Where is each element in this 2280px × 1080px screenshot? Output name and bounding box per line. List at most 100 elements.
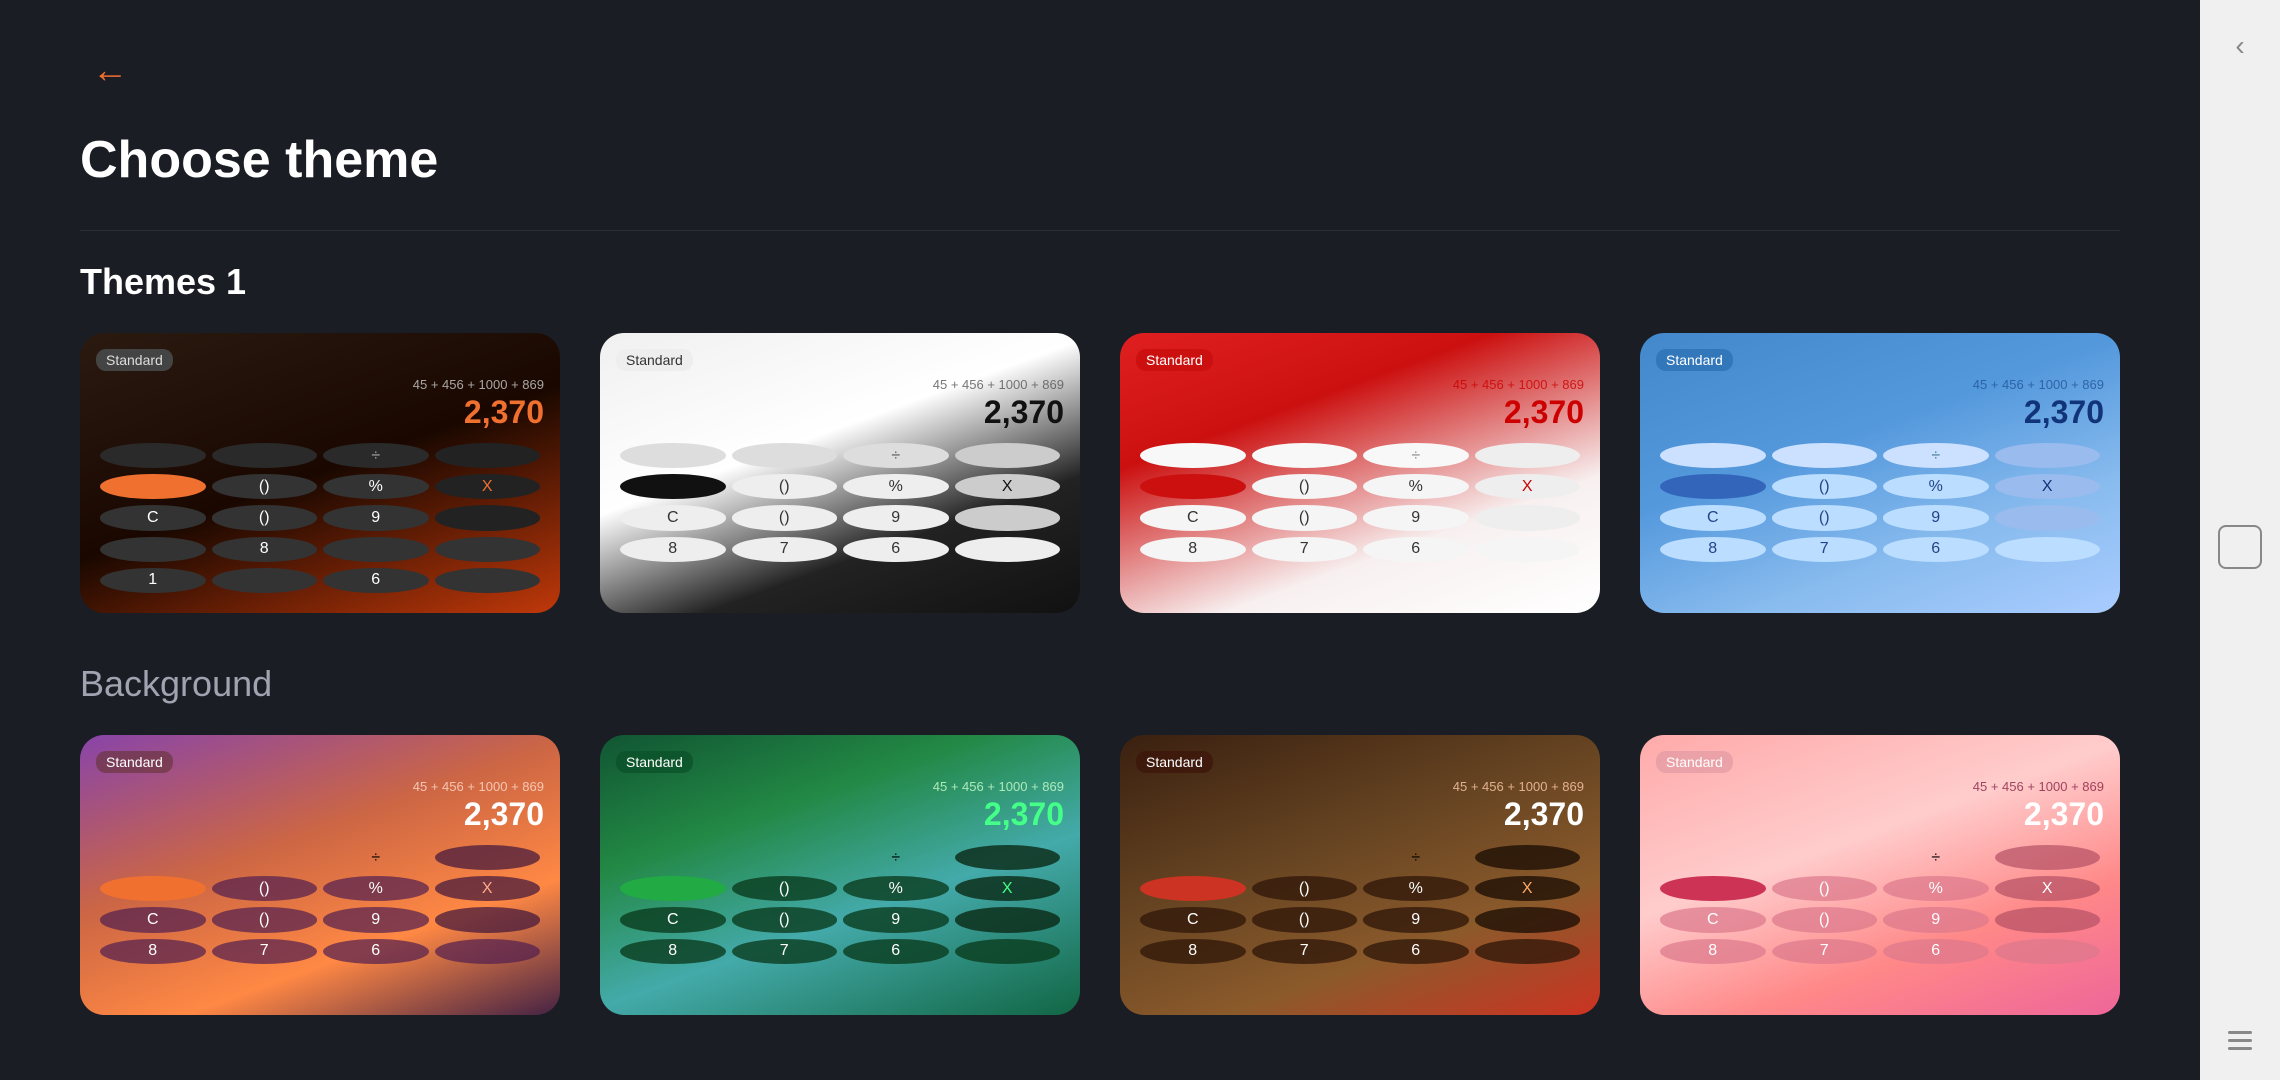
calc-btn	[1772, 845, 1878, 870]
calc-btn: %	[1883, 474, 1989, 499]
calc-btn: ()	[732, 505, 838, 530]
calc-btn: 1	[100, 568, 206, 593]
calc-buttons: ÷ () % X C () 9 8 7 6	[96, 841, 544, 999]
calc-btn: 7	[1772, 939, 1878, 964]
calc-btn	[435, 537, 541, 562]
calc-btn: 6	[1883, 537, 1989, 562]
calc-btn: X	[955, 474, 1061, 499]
calc-btn: 6	[843, 939, 949, 964]
calc-btn: %	[323, 876, 429, 901]
calc-preview-red-white: Standard 45 + 456 + 1000 + 869 2,370 ÷ (…	[1120, 333, 1600, 613]
calc-btn: 7	[1772, 537, 1878, 562]
calc-buttons: ÷ () % X C () 9 8 1	[96, 439, 544, 597]
calc-buttons: ÷ () % X C () 9 8 7 6	[1656, 439, 2104, 597]
calc-btn: 8	[620, 537, 726, 562]
calc-btn: X	[1995, 876, 2101, 901]
theme-card-wood[interactable]: Standard 45 + 456 + 1000 + 869 2,370 ÷ (…	[1120, 735, 1600, 1015]
calc-btn: 9	[843, 907, 949, 932]
calc-btn: 8	[1140, 939, 1246, 964]
calc-btn: C	[1140, 907, 1246, 932]
calc-btn: ()	[1772, 505, 1878, 530]
calc-btn: 9	[1363, 505, 1469, 530]
calc-btn: %	[843, 474, 949, 499]
calc-btn: C	[100, 907, 206, 932]
calc-btn: 7	[732, 939, 838, 964]
calc-btn	[1660, 474, 1766, 499]
calc-btn: 7	[1252, 939, 1358, 964]
calc-header: Standard	[616, 349, 1064, 371]
calc-btn: ()	[212, 474, 318, 499]
calc-btn: 8	[1140, 537, 1246, 562]
calc-btn: ()	[212, 505, 318, 530]
calc-btn	[435, 568, 541, 593]
background-section-title: Background	[80, 663, 2120, 705]
calc-btn	[620, 876, 726, 901]
calc-btn: X	[1475, 876, 1581, 901]
theme-card-blue[interactable]: Standard 45 + 456 + 1000 + 869 2,370 ÷ (…	[1640, 333, 2120, 613]
calc-btn: ()	[732, 474, 838, 499]
calc-btn	[620, 443, 726, 468]
right-panel: ‹	[2200, 0, 2280, 1080]
background-section: Background Standard 45 + 456 + 1000 + 86…	[80, 663, 2120, 1015]
theme-card-dark-orange[interactable]: Standard 45 + 456 + 1000 + 869 2,370 ÷ (…	[80, 333, 560, 613]
calc-btn: ()	[1252, 907, 1358, 932]
calc-btn: ÷	[1363, 845, 1469, 870]
theme-card-red-white[interactable]: Standard 45 + 456 + 1000 + 869 2,370 ÷ (…	[1120, 333, 1600, 613]
back-button[interactable]: ←	[80, 40, 140, 100]
calc-btn: X	[1995, 474, 2101, 499]
calc-btn: ()	[1772, 876, 1878, 901]
chevron-icon: ‹	[2235, 30, 2244, 61]
calc-btn	[1995, 907, 2101, 932]
calc-result: 2,370	[616, 796, 1064, 833]
calc-btn	[1995, 939, 2101, 964]
calc-btn: X	[955, 876, 1061, 901]
calc-btn: ÷	[1883, 845, 1989, 870]
calc-expression: 45 + 456 + 1000 + 869	[1136, 377, 1584, 392]
calc-btn	[1660, 845, 1766, 870]
calc-result: 2,370	[1656, 796, 2104, 833]
calc-preview-dark-orange: Standard 45 + 456 + 1000 + 869 2,370 ÷ (…	[80, 333, 560, 613]
calc-btn: ()	[1252, 505, 1358, 530]
menu-line-2	[2228, 1039, 2252, 1042]
theme-card-white-black[interactable]: Standard 45 + 456 + 1000 + 869 2,370 ÷ (…	[600, 333, 1080, 613]
theme-card-green[interactable]: Standard 45 + 456 + 1000 + 869 2,370 ÷ (…	[600, 735, 1080, 1015]
calc-result: 2,370	[96, 796, 544, 833]
calc-btn	[620, 474, 726, 499]
theme-card-pink[interactable]: Standard 45 + 456 + 1000 + 869 2,370 ÷ (…	[1640, 735, 2120, 1015]
calc-btn	[1140, 876, 1246, 901]
calc-result: 2,370	[1656, 394, 2104, 431]
calc-expression: 45 + 456 + 1000 + 869	[616, 377, 1064, 392]
calc-preview-blue: Standard 45 + 456 + 1000 + 869 2,370 ÷ (…	[1640, 333, 2120, 613]
calc-btn	[955, 537, 1061, 562]
calc-header: Standard	[1656, 751, 2104, 773]
calc-btn	[323, 537, 429, 562]
calc-expression: 45 + 456 + 1000 + 869	[616, 779, 1064, 794]
main-content: ← Choose theme Themes 1 Standard 45 + 45…	[0, 0, 2200, 1080]
calc-btn: ÷	[1883, 443, 1989, 468]
calc-btn	[435, 505, 541, 530]
calc-header: Standard	[96, 751, 544, 773]
calc-btn	[1475, 939, 1581, 964]
calc-btn: 7	[732, 537, 838, 562]
calc-header: Standard	[1136, 349, 1584, 371]
nav-menu-button[interactable]	[2218, 1021, 2262, 1060]
calc-buttons: ÷ () % X C () 9 8 7 6	[1136, 841, 1584, 999]
calc-mode-badge: Standard	[1656, 349, 1733, 371]
nav-chevron-button[interactable]: ‹	[2225, 20, 2254, 72]
calc-btn	[1140, 443, 1246, 468]
calc-buttons: ÷ () % X C () 9 8 7 6	[1136, 439, 1584, 597]
calc-btn	[100, 474, 206, 499]
calc-btn: C	[1140, 505, 1246, 530]
calc-btn	[212, 568, 318, 593]
calc-mode-badge: Standard	[96, 349, 173, 371]
calc-btn: 6	[1363, 537, 1469, 562]
calc-btn	[100, 845, 206, 870]
calc-btn: %	[1883, 876, 1989, 901]
calc-btn: %	[843, 876, 949, 901]
calc-btn: 7	[212, 939, 318, 964]
theme-card-sunset[interactable]: Standard 45 + 456 + 1000 + 869 2,370 ÷ (…	[80, 735, 560, 1015]
calc-btn: %	[323, 474, 429, 499]
calc-preview-white-black: Standard 45 + 456 + 1000 + 869 2,370 ÷ (…	[600, 333, 1080, 613]
themes1-section-title: Themes 1	[80, 261, 2120, 303]
nav-home-button[interactable]	[2218, 525, 2262, 569]
